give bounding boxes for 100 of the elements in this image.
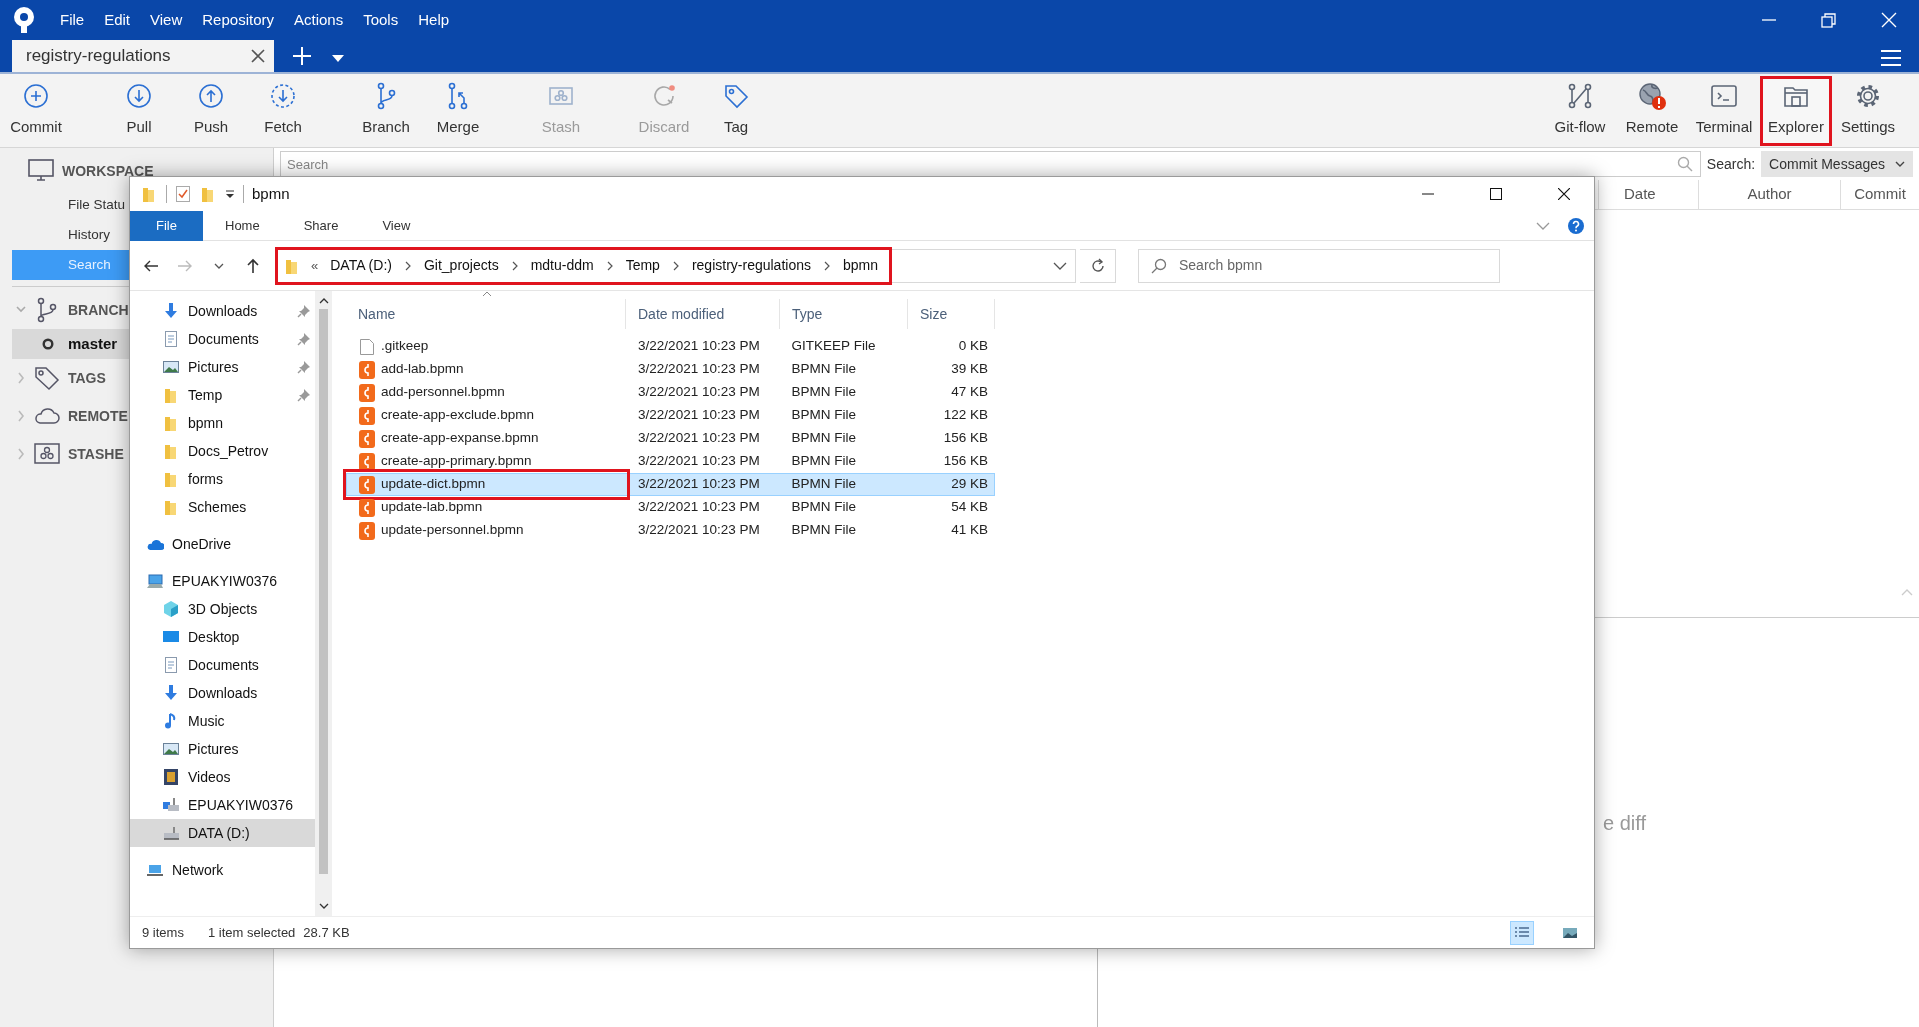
file-row[interactable]: create-app-exclude.bpmn 3/22/2021 10:23 PM BPMN File 122 KB (346, 404, 995, 427)
monitor-icon (28, 158, 54, 184)
help-button[interactable] (1566, 215, 1586, 236)
nav-item[interactable]: Music (130, 707, 315, 735)
menu-item[interactable]: View (140, 8, 193, 32)
column-header[interactable]: Type (780, 299, 908, 329)
toolbar-button[interactable]: Settings (1832, 75, 1904, 146)
nav-item[interactable]: EPUAKYIW0376 (130, 791, 315, 819)
section-header[interactable]: REMOTE (68, 405, 128, 427)
chevron-down-icon (1053, 260, 1067, 271)
file-date: 3/22/2021 10:23 PM (637, 452, 761, 471)
breadcrumb[interactable]: bpmn (840, 255, 880, 276)
column-header[interactable]: Author (1698, 180, 1840, 209)
search-label: Search: (1706, 154, 1756, 174)
menu-button[interactable] (1879, 48, 1903, 68)
file-row[interactable]: create-app-primary.bpmn 3/22/2021 10:23 PM BPMN File 156 KB (346, 450, 995, 473)
nav-item[interactable]: Videos (130, 763, 315, 791)
nav-label: EPUAKYIW0376 (172, 571, 279, 591)
breadcrumb[interactable]: Temp (623, 255, 662, 276)
nav-item[interactable]: Downloads (130, 679, 315, 707)
tab-list-button[interactable] (330, 53, 346, 64)
menu-item[interactable]: Repository (192, 8, 284, 32)
toolbar-button[interactable]: Tag (700, 75, 772, 146)
section-header[interactable]: BRANCH (68, 299, 129, 321)
menu-item[interactable]: File (50, 8, 95, 32)
toolbar-button[interactable]: Push (175, 75, 247, 146)
branch-circle-icon (42, 338, 54, 350)
file-row[interactable]: add-personnel.bpmn 3/22/2021 10:23 PM BPMN File 47 KB (346, 381, 995, 404)
ribbon-tab[interactable]: File (130, 210, 203, 241)
up-arrow-icon (245, 257, 261, 274)
menu-item[interactable]: Help (408, 8, 460, 32)
toolbar-button[interactable]: Terminal (1688, 75, 1760, 146)
nav-item[interactable]: OneDrive (130, 530, 315, 558)
file-row[interactable]: add-lab.bpmn 3/22/2021 10:23 PM BPMN File 39 KB (346, 358, 995, 381)
nav-item[interactable]: EPUAKYIW0376 (130, 567, 315, 595)
scroll-down-icon (318, 902, 329, 910)
drive-icon (162, 824, 180, 842)
scrollbar[interactable] (315, 291, 332, 916)
column-header[interactable]: Commit (1840, 180, 1919, 209)
breadcrumb[interactable]: mdtu-ddm (528, 255, 596, 276)
file-row[interactable]: update-personnel.bpmn 3/22/2021 10:23 PM BPMN File 41 KB (346, 519, 995, 542)
nav-item[interactable]: bpmn (130, 409, 315, 437)
bpmn-file-icon (359, 429, 375, 448)
search-icon (1676, 156, 1693, 172)
nav-item[interactable]: Network (130, 856, 315, 884)
nav-item[interactable]: forms (130, 465, 315, 493)
plus-circle-icon (22, 82, 50, 111)
ribbon-tab[interactable]: Home (203, 210, 282, 241)
toolbar-button[interactable]: Commit (0, 75, 72, 146)
column-header[interactable]: Size (908, 299, 995, 329)
file-row[interactable]: create-app-expanse.bpmn 3/22/2021 10:23 PM BPMN File 156 KB (346, 427, 995, 450)
nav-item[interactable]: Schemes (130, 493, 315, 521)
nav-item[interactable]: Downloads (130, 297, 315, 325)
toolbar-button[interactable]: Fetch (247, 75, 319, 146)
branch-item[interactable]: master (12, 329, 129, 359)
search-field[interactable]: Search bpmn (1138, 248, 1500, 283)
details-view-button[interactable] (1510, 920, 1534, 945)
breadcrumb[interactable]: DATA (D:) (328, 255, 394, 276)
file-size: 41 KB (950, 521, 989, 540)
file-row[interactable]: .gitkeep 3/22/2021 10:23 PM GITKEEP File 0 KB (346, 335, 995, 358)
section-header[interactable]: TAGS (68, 367, 106, 389)
new-tab-button[interactable] (290, 44, 314, 68)
toolbar-button[interactable]: Remote (1616, 75, 1688, 146)
column-header[interactable]: Date (1598, 180, 1698, 209)
breadcrumb[interactable]: Git_projects (421, 255, 501, 276)
address-bar[interactable]: « DATA (D:) Git_projects mdtu-ddm Temp registry-regulations bpmn (276, 248, 1076, 283)
nav-item[interactable]: 3D Objects (130, 595, 315, 623)
nav-item[interactable]: DATA (D:) (130, 819, 315, 847)
repository-tab[interactable]: registry-regulations (12, 40, 274, 72)
file-row[interactable]: update-lab.bpmn 3/22/2021 10:23 PM BPMN File 54 KB (346, 496, 995, 519)
menu-item[interactable]: Edit (94, 8, 141, 32)
nav-item[interactable]: Pictures (130, 735, 315, 763)
nav-item[interactable]: Desktop (130, 623, 315, 651)
breadcrumb[interactable]: registry-regulations (689, 255, 813, 276)
menu-item[interactable]: Tools (353, 8, 409, 32)
refresh-button[interactable] (1080, 248, 1116, 283)
search-field[interactable]: Search (280, 151, 1701, 177)
column-header[interactable]: Name (346, 299, 626, 329)
ribbon-tab[interactable]: View (360, 210, 433, 241)
toolbar-button[interactable]: Merge (422, 75, 494, 146)
toolbar-button[interactable]: Branch (350, 75, 422, 146)
ribbon-tab[interactable]: Share (281, 210, 361, 241)
nav-item[interactable]: Documents (130, 651, 315, 679)
section-header[interactable]: STASHE (68, 443, 124, 465)
nav-item[interactable]: Docs_Petrov (130, 437, 315, 465)
nav-item[interactable]: Pictures (130, 353, 315, 381)
sidebar-item[interactable]: History (12, 220, 129, 250)
menu-item[interactable]: Actions (284, 8, 354, 32)
search-mode-dropdown[interactable]: Commit Messages (1761, 151, 1913, 177)
nav-label: Temp (188, 385, 224, 405)
sidebar-item[interactable]: File Statu (12, 190, 129, 220)
column-header[interactable]: Date modified (626, 299, 780, 329)
nav-item[interactable]: Temp (130, 381, 315, 409)
path-overflow-marker[interactable]: « (311, 255, 319, 276)
toolbar-button[interactable]: Pull (103, 75, 175, 146)
file-type: BPMN File (790, 406, 858, 425)
toolbar-button[interactable]: Explorer (1760, 75, 1832, 146)
toolbar-button[interactable]: Git-flow (1544, 75, 1616, 146)
nav-item[interactable]: Documents (130, 325, 315, 353)
section-header[interactable]: WORKSPACE (62, 160, 154, 182)
